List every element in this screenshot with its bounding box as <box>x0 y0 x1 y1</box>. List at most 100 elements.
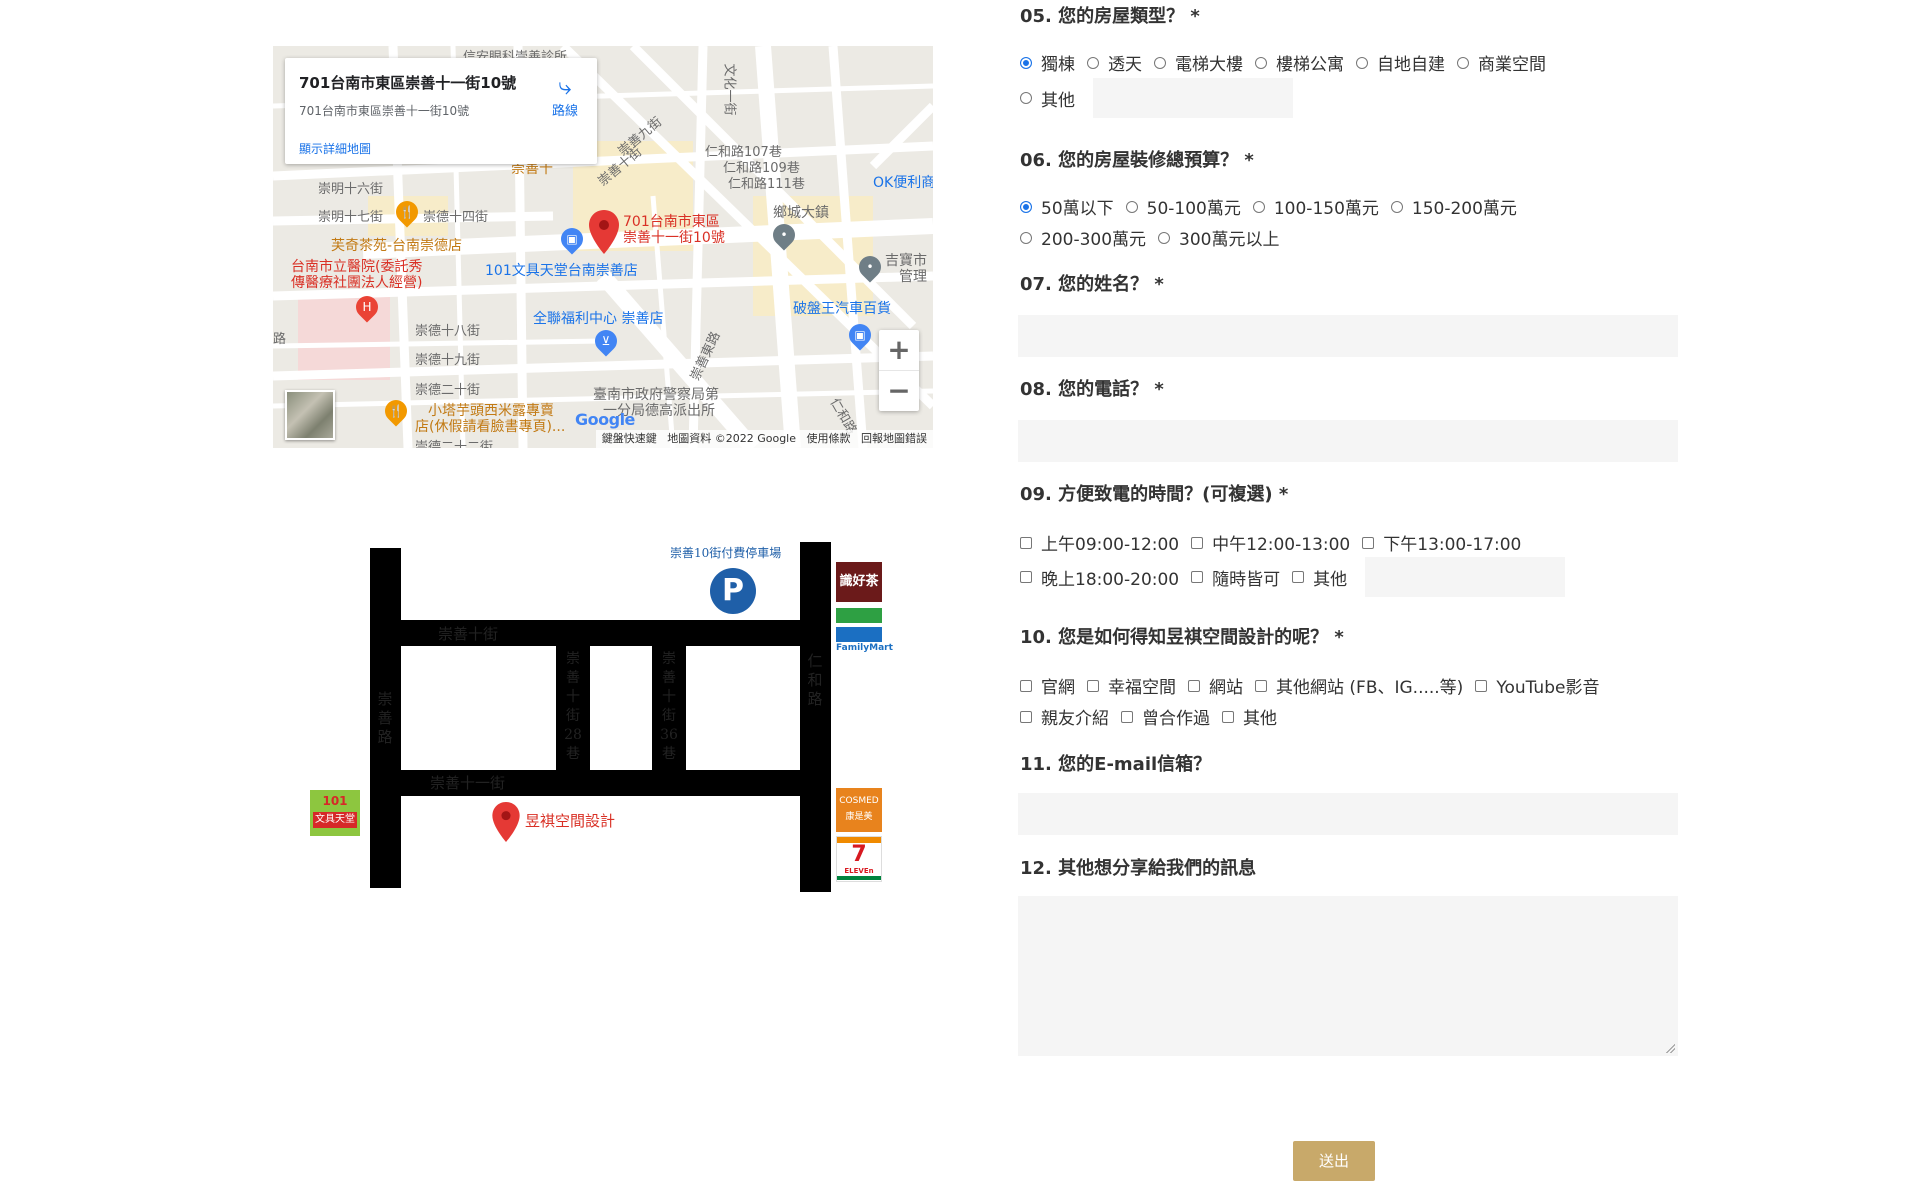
resize-handle-icon[interactable] <box>1665 1043 1675 1053</box>
checkbox[interactable] <box>1191 571 1204 583</box>
radio-house-type-other[interactable]: 其他 <box>1020 86 1075 111</box>
map-label: 崇明十六街 <box>318 182 384 197</box>
cart-icon[interactable]: ⊻ <box>590 325 622 357</box>
pin-icon[interactable]: • <box>768 219 800 251</box>
map-label: 崇德十四街 <box>423 210 489 225</box>
checkbox-referral[interactable]: 官網 <box>1020 673 1075 698</box>
keyboard-shortcuts-link[interactable]: 鍵盤快速鍵 <box>602 432 657 445</box>
checkbox[interactable] <box>1188 679 1200 692</box>
radio-button[interactable] <box>1457 56 1469 69</box>
pin-label: 701台南市東區 <box>623 214 720 230</box>
house-type-other-row: 其他 <box>1020 78 1293 118</box>
checkbox-call-time[interactable]: 中午12:00-13:00 <box>1191 530 1350 555</box>
question-call-time: 09. 方便致電的時間？(可複選) * <box>1020 484 1289 505</box>
destination-label: 昱褀空間設計 <box>525 812 616 830</box>
radio-button[interactable] <box>1020 56 1032 69</box>
directions-button[interactable]: ⤷ 路線 <box>540 72 590 119</box>
radio-button[interactable] <box>1020 92 1032 104</box>
radio-house-type[interactable]: 獨棟 <box>1020 50 1075 75</box>
radio-button[interactable] <box>1158 231 1171 244</box>
checkbox[interactable] <box>1020 710 1032 723</box>
name-input[interactable] <box>1018 315 1678 357</box>
shopping-bag-icon[interactable]: ▣ <box>556 223 588 255</box>
radio-house-type[interactable]: 電梯大樓 <box>1154 50 1243 75</box>
radio-button[interactable] <box>1252 200 1265 213</box>
checkbox[interactable] <box>1020 536 1032 549</box>
checkbox-call-time[interactable]: 晚上18:00-20:00 <box>1020 565 1179 590</box>
checkbox-call-time[interactable]: 上午09:00-12:00 <box>1020 530 1179 555</box>
radio-button[interactable] <box>1020 231 1032 244</box>
report-error-link[interactable]: 回報地圖錯誤 <box>861 432 927 445</box>
checkbox[interactable] <box>1362 536 1375 549</box>
view-larger-map-link[interactable]: 顯示詳細地圖 <box>299 140 371 157</box>
checkbox-call-time[interactable]: 下午13:00-17:00 <box>1362 530 1521 555</box>
map-label: 管理 <box>899 269 927 285</box>
radio-button[interactable] <box>1255 56 1267 69</box>
phone-input[interactable] <box>1018 420 1678 462</box>
radio-budget[interactable]: 300萬元以上 <box>1158 225 1279 250</box>
option-label: 其他 <box>1041 90 1075 111</box>
parking-icon: P <box>710 568 756 614</box>
pin-icon[interactable]: • <box>854 251 886 283</box>
map-card-title: 701台南市東區崇善十一街10號 <box>299 74 517 92</box>
hospital-icon[interactable]: H <box>351 291 383 323</box>
radio-budget[interactable]: 150-200萬元 <box>1390 194 1517 219</box>
road-label: 崇善十街 28 巷 <box>564 651 582 762</box>
map-label: 路 <box>273 332 287 347</box>
radio-button[interactable] <box>1087 56 1099 69</box>
checkbox[interactable] <box>1020 571 1032 583</box>
location-pin-icon[interactable] <box>589 210 619 258</box>
option-label: 中午12:00-13:00 <box>1212 535 1351 555</box>
map-footer: 鍵盤快速鍵 地圖資料 ©2022 Google 使用條款 回報地圖錯誤 <box>595 430 933 448</box>
radio-button[interactable] <box>1154 56 1166 69</box>
satellite-toggle[interactable] <box>285 390 335 440</box>
radio-budget[interactable]: 50萬以下 <box>1020 194 1114 219</box>
radio-button[interactable] <box>1020 200 1032 213</box>
directions-label: 路線 <box>551 104 578 119</box>
radio-house-type[interactable]: 樓梯公寓 <box>1255 50 1344 75</box>
checkbox-referral[interactable]: 網站 <box>1188 673 1243 698</box>
fork-knife-icon[interactable]: 🍴 <box>380 395 412 427</box>
radio-budget[interactable]: 100-150萬元 <box>1252 194 1379 219</box>
option-label: 透天 <box>1108 55 1142 75</box>
checkbox[interactable] <box>1255 679 1267 692</box>
submit-button[interactable]: 送出 <box>1293 1141 1375 1181</box>
checkbox[interactable] <box>1222 710 1234 723</box>
radio-house-type[interactable]: 商業空間 <box>1457 50 1546 75</box>
radio-button[interactable] <box>1390 200 1403 213</box>
fork-knife-icon[interactable]: 🍴 <box>391 196 423 228</box>
checkbox[interactable] <box>1292 571 1305 583</box>
call-time-other-input[interactable] <box>1365 557 1566 597</box>
checkbox-referral[interactable]: 親友介紹 <box>1020 704 1109 729</box>
checkbox-referral[interactable]: 曾合作過 <box>1121 704 1210 729</box>
map-label: 全聯福利中心 崇善店 <box>533 311 664 327</box>
message-textarea[interactable] <box>1018 896 1678 1056</box>
checkbox-referral[interactable]: 幸福空間 <box>1087 673 1176 698</box>
checkbox[interactable] <box>1475 679 1488 692</box>
zoom-in-button[interactable]: + <box>879 330 919 370</box>
checkbox[interactable] <box>1087 679 1099 692</box>
radio-budget[interactable]: 50-100萬元 <box>1125 194 1241 219</box>
zoom-out-button[interactable]: − <box>879 370 919 411</box>
checkbox-referral[interactable]: YouTube影音 <box>1475 673 1599 698</box>
google-map[interactable]: 信安眼科崇善診所 文化一街 仁和路107巷 仁和路109巷 仁和路111巷 OK… <box>273 46 933 448</box>
map-label: 仁和路111巷 <box>728 177 805 192</box>
checkbox-call-time[interactable]: 隨時皆可 <box>1191 565 1280 590</box>
checkbox[interactable] <box>1121 710 1133 723</box>
checkbox-call-time-other[interactable]: 其他 <box>1292 565 1347 590</box>
radio-house-type[interactable]: 自地自建 <box>1356 50 1445 75</box>
email-input[interactable] <box>1018 793 1678 835</box>
radio-button[interactable] <box>1356 56 1368 69</box>
radio-budget[interactable]: 200-300萬元 <box>1020 225 1146 250</box>
checkbox[interactable] <box>1020 679 1032 692</box>
checkbox-referral[interactable]: 其他 <box>1222 704 1277 729</box>
terms-link[interactable]: 使用條款 <box>807 432 851 445</box>
call-time-options: 上午09:00-12:00 中午12:00-13:00 下午13:00-17:0… <box>1020 530 1533 555</box>
radio-button[interactable] <box>1125 200 1138 213</box>
checkbox[interactable] <box>1191 536 1204 549</box>
house-type-other-input[interactable] <box>1093 78 1293 118</box>
shopping-bag-icon[interactable]: ▣ <box>844 319 876 351</box>
radio-house-type[interactable]: 透天 <box>1087 50 1142 75</box>
checkbox-referral[interactable]: 其他網站 (FB、IG.....等) <box>1255 673 1463 698</box>
map-card-address: 701台南市東區崇善十一街10號 <box>299 104 470 118</box>
